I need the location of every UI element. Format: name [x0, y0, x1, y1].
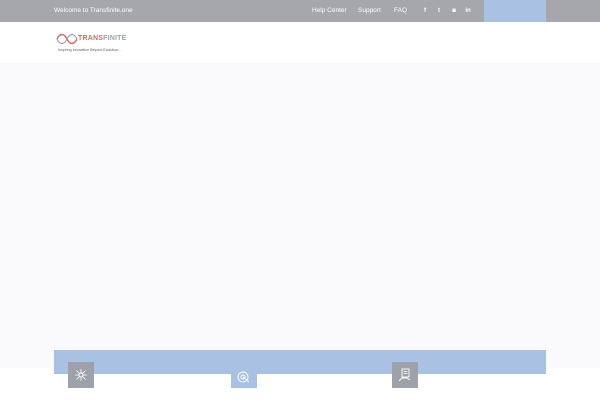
site-logo[interactable]: TRANSFINITE Inspiring Innovation Beyond … [56, 32, 136, 56]
feature-card-target[interactable] [231, 366, 257, 388]
feature-card-document[interactable] [392, 362, 418, 388]
topbar-accent-block [484, 0, 546, 22]
twitter-icon[interactable]: t [434, 6, 444, 16]
hero-banner [0, 63, 600, 368]
brand-name-part2: FINITE [103, 35, 127, 42]
linkedin-icon[interactable]: in [463, 6, 473, 16]
instagram-icon[interactable]: ◙ [449, 6, 459, 16]
target-icon [237, 371, 250, 383]
site-header: TRANSFINITE Inspiring Innovation Beyond … [0, 22, 600, 63]
facebook-icon[interactable]: f [420, 6, 430, 16]
help-center-link[interactable]: Help Center [312, 0, 347, 22]
support-link[interactable]: Support [358, 0, 381, 22]
brand-tagline: Inspiring Innovation Beyond Evolution... [58, 48, 122, 52]
brand-name-part1: TRANS [78, 35, 104, 42]
brand-name: TRANSFINITE [78, 35, 127, 42]
faq-link[interactable]: FAQ [394, 0, 407, 22]
top-bar: Welcome to Transfinite.one Help Center S… [0, 0, 600, 22]
infinity-logo-icon [56, 33, 78, 45]
feature-band [54, 350, 546, 374]
welcome-text: Welcome to Transfinite.one [54, 7, 133, 14]
feature-card-network[interactable] [68, 362, 94, 388]
document-hand-icon [398, 368, 411, 382]
network-icon [75, 369, 87, 381]
